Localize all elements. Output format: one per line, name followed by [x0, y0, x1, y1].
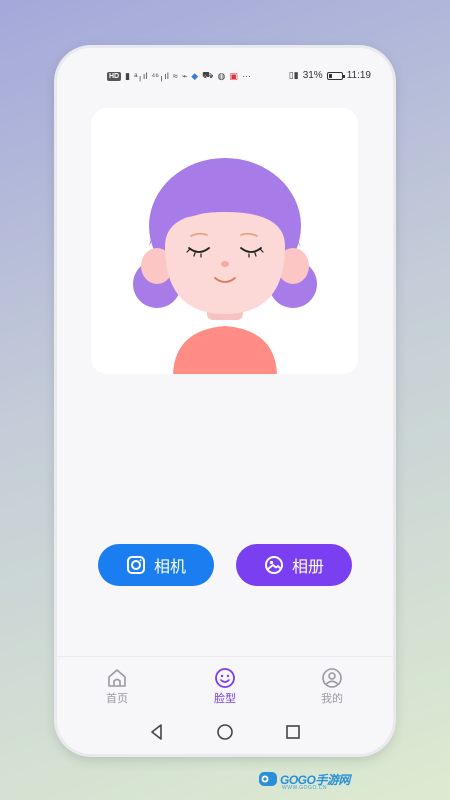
tab-home-label: 首页: [106, 693, 128, 705]
vibrate-icon: ▯▮: [288, 70, 299, 80]
sim-icon: ▮: [125, 70, 131, 81]
signal-4g-icon: ⁴⁶╷ıl: [151, 70, 169, 81]
home-circle-icon[interactable]: [215, 722, 235, 742]
album-button[interactable]: 相册: [236, 544, 352, 586]
camera-button[interactable]: 相机: [98, 544, 214, 586]
gamepad-logo-icon: [259, 772, 277, 786]
battery-level-fill: [328, 73, 333, 78]
app-notification-icon: ◆: [191, 70, 199, 81]
gallery-icon: [264, 556, 283, 574]
phone-frame: HD ▮ ᵃ╷ıl ⁴⁶╷ıl ≈ ⌁ ◆ ⛟ ◍ ▣ ··· ▯▮ 31% 1…: [57, 48, 393, 754]
tab-home[interactable]: 首页: [87, 667, 147, 706]
cart-icon: ⛟: [202, 70, 214, 80]
globe-icon: ◍: [217, 70, 226, 81]
status-icons-right: ▯▮ 31% 11:19: [289, 70, 371, 81]
clock-time: 11:19: [346, 70, 371, 81]
profile-icon: [322, 668, 342, 688]
system-nav-bar: [57, 714, 393, 750]
camera-button-label: 相机: [153, 559, 186, 576]
recent-apps-square-icon[interactable]: [283, 722, 303, 742]
back-triangle-icon[interactable]: [147, 722, 167, 742]
red-app-icon: ▣: [229, 70, 238, 81]
tab-mine[interactable]: 我的: [302, 667, 362, 706]
site-watermark: GOGO手游网 WWW.GOGO.CN: [258, 768, 358, 794]
bottom-tab-bar: 首页 脸型 我的: [57, 656, 393, 713]
status-bar: HD ▮ ᵃ╷ıl ⁴⁶╷ıl ≈ ⌁ ◆ ⛟ ◍ ▣ ··· ▯▮ 31% 1…: [57, 68, 393, 84]
battery-percent: 31%: [302, 70, 323, 81]
status-icons-left: HD ▮ ᵃ╷ıl ⁴⁶╷ıl ≈ ⌁ ◆ ⛟ ◍ ▣ ···: [107, 70, 251, 82]
face-preview-card: [91, 108, 358, 374]
album-button-label: 相册: [291, 559, 324, 576]
hd-badge: HD: [107, 71, 122, 81]
tab-mine-label: 我的: [321, 693, 343, 705]
tab-face-shape[interactable]: 脸型: [195, 667, 255, 706]
more-notifications-icon: ···: [241, 71, 251, 81]
usb-icon: ⌁: [181, 70, 188, 81]
smiley-face-icon: [215, 668, 235, 688]
camera-icon: [126, 556, 145, 574]
home-icon: [108, 669, 126, 687]
watermark-subtext: WWW.GOGO.CN: [282, 785, 327, 791]
signal-icon: ᵃ╷ıl: [134, 70, 148, 81]
battery-icon: [326, 71, 345, 80]
girl-avatar-illustration: [133, 158, 317, 374]
wifi-icon: ≈: [172, 71, 178, 81]
tab-face-shape-label: 脸型: [214, 693, 236, 705]
